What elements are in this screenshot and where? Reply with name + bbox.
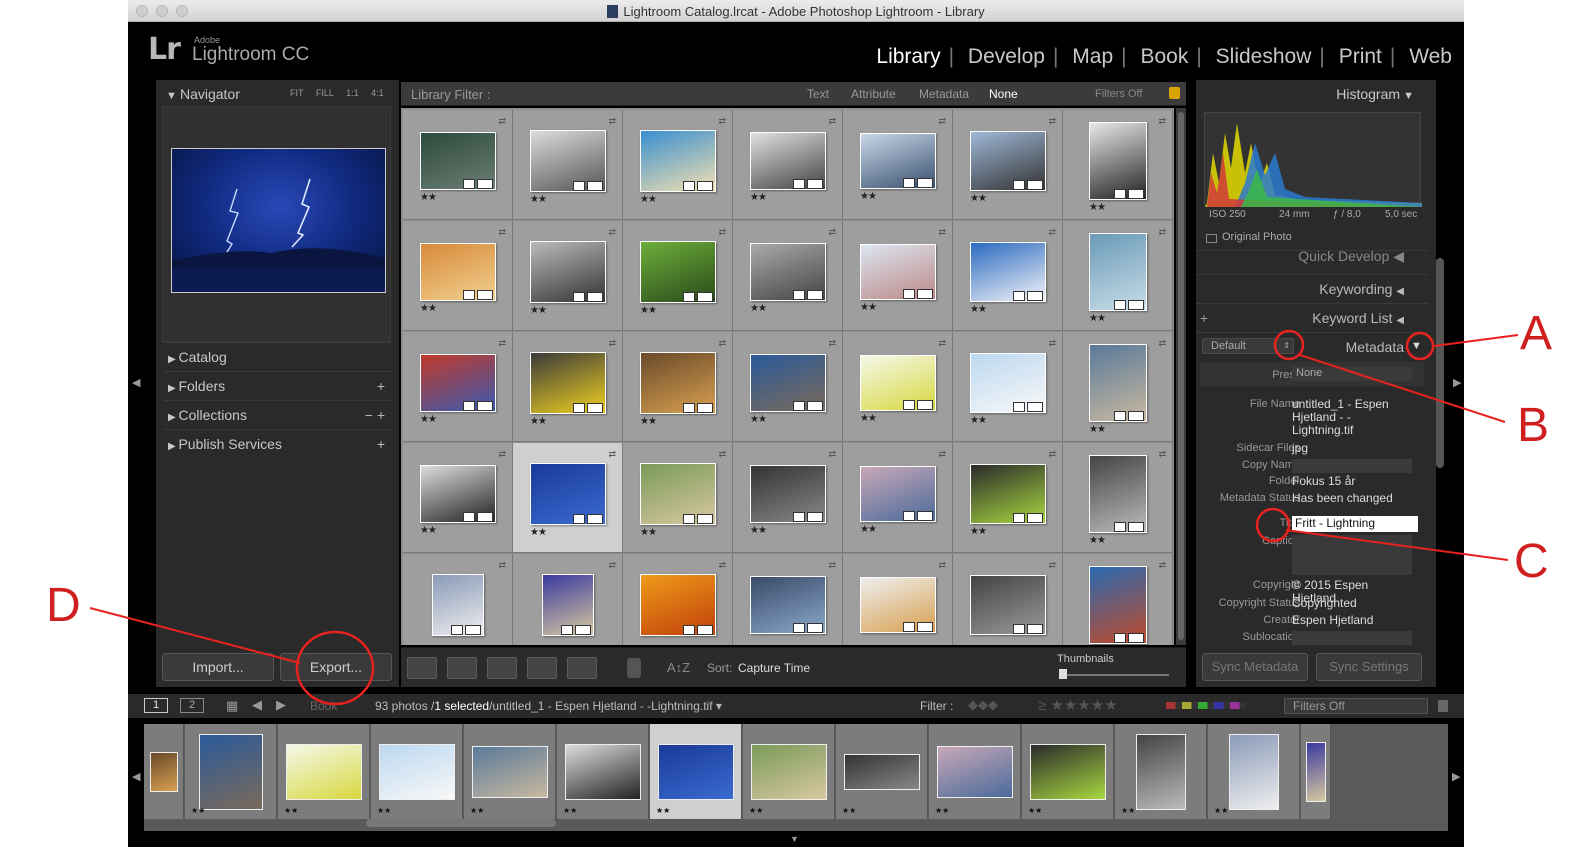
annotation-a: A [1520, 307, 1553, 360]
annotation-overlay [89, 329, 1519, 706]
annotation-c: C [1514, 535, 1549, 588]
annotation-b: B [1517, 399, 1550, 452]
annotation-d: D [46, 579, 81, 632]
